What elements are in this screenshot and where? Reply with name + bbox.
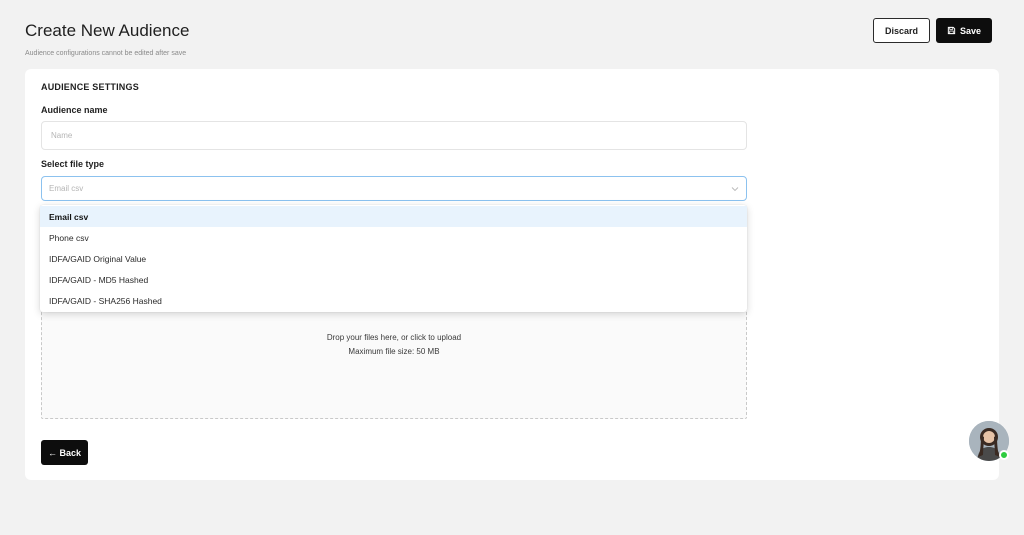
page-header: Create New Audience Audience configurati… xyxy=(25,21,189,57)
file-type-label: Select file type xyxy=(41,159,105,169)
audience-name-placeholder: Name xyxy=(51,131,73,140)
dropdown-option-phone-csv[interactable]: Phone csv xyxy=(40,227,747,248)
file-type-dropdown-menu: Email csv Phone csv IDFA/GAID Original V… xyxy=(40,205,747,312)
section-title: AUDIENCE SETTINGS xyxy=(41,82,139,92)
back-button-label: ← Back xyxy=(47,447,82,458)
dropdown-option-idfa-sha256[interactable]: IDFA/GAID - SHA256 Hashed xyxy=(40,290,747,311)
support-chat-avatar[interactable] xyxy=(969,421,1009,461)
page-subtitle: Audience configurations cannot be edited… xyxy=(25,50,187,57)
upload-size-limit: Maximum file size: 50 MB xyxy=(348,347,440,356)
file-type-selected-value: Email csv xyxy=(49,184,84,193)
dropdown-option-idfa-original[interactable]: IDFA/GAID Original Value xyxy=(40,248,747,269)
back-button[interactable]: ← Back xyxy=(41,440,88,465)
dropdown-option-idfa-md5[interactable]: IDFA/GAID - MD5 Hashed xyxy=(40,269,747,290)
discard-button-label: Discard xyxy=(884,25,919,36)
chevron-down-icon xyxy=(731,186,739,192)
audience-name-label: Audience name xyxy=(41,105,108,115)
online-status-dot xyxy=(999,450,1009,460)
file-upload-dropzone[interactable]: Drop your files here, or click to upload… xyxy=(41,295,747,419)
save-icon xyxy=(947,26,956,35)
page-title: Create New Audience xyxy=(25,21,190,40)
save-button[interactable]: Save xyxy=(936,18,992,43)
upload-instructions: Drop your files here, or click to upload xyxy=(326,333,462,342)
file-type-select[interactable]: Email csv xyxy=(41,176,747,201)
discard-button[interactable]: Discard xyxy=(873,18,930,43)
dropdown-option-email-csv[interactable]: Email csv xyxy=(40,206,747,227)
audience-name-input[interactable]: Name xyxy=(41,121,747,150)
save-button-label: Save xyxy=(959,25,982,36)
